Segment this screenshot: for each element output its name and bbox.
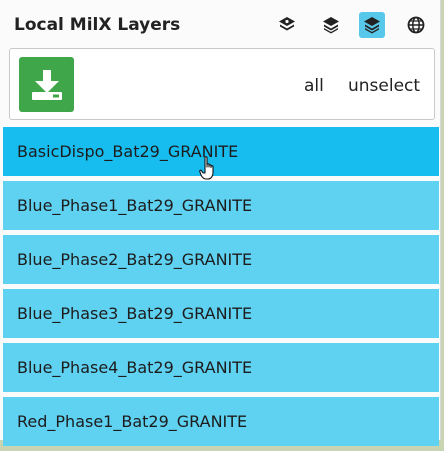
download-icon xyxy=(31,69,62,100)
list-item-label: Blue_Phase3_Bat29_GRANITE xyxy=(17,304,253,323)
layers-selected-icon[interactable] xyxy=(359,12,385,38)
list-item[interactable]: Blue_Phase4_Bat29_GRANITE xyxy=(3,343,439,392)
list-item[interactable]: Blue_Phase3_Bat29_GRANITE xyxy=(3,289,439,338)
list-item-label: Blue_Phase4_Bat29_GRANITE xyxy=(17,358,253,377)
list-item-label: Blue_Phase1_Bat29_GRANITE xyxy=(17,196,253,215)
list-item[interactable]: BasicDispo_Bat29_GRANITE xyxy=(3,127,439,176)
list-item-label: Blue_Phase2_Bat29_GRANITE xyxy=(17,250,253,269)
panel-title: Local MilX Layers xyxy=(14,15,181,35)
download-button[interactable] xyxy=(19,57,74,112)
hand-cursor-icon xyxy=(199,156,214,180)
layers-icon[interactable] xyxy=(274,12,300,38)
local-milx-layers-panel: Local MilX Layers all unselect BasicDisp… xyxy=(0,0,441,446)
list-item[interactable]: Red_Phase1_Bat29_GRANITE xyxy=(3,397,439,446)
select-all-button[interactable]: all xyxy=(304,76,324,96)
panel-header: Local MilX Layers xyxy=(0,0,440,50)
layer-toolbar: all unselect xyxy=(9,48,435,120)
list-item-label: Red_Phase1_Bat29_GRANITE xyxy=(17,412,248,431)
layer-list: BasicDispo_Bat29_GRANITE Blue_Phase1_Bat… xyxy=(3,127,439,451)
list-item[interactable]: Blue_Phase1_Bat29_GRANITE xyxy=(3,181,439,230)
layers-alt-icon[interactable] xyxy=(318,12,344,38)
list-item[interactable]: Blue_Phase2_Bat29_GRANITE xyxy=(3,235,439,284)
globe-icon[interactable] xyxy=(403,12,429,38)
unselect-button[interactable]: unselect xyxy=(348,76,420,96)
